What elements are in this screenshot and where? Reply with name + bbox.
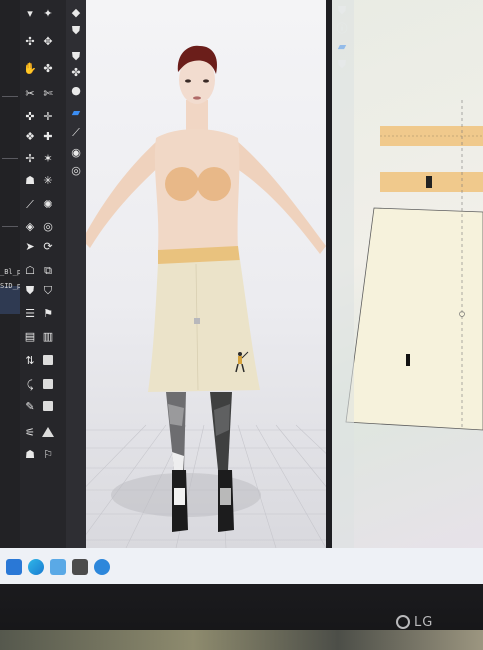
avatar-icon[interactable]: ☗ [22, 172, 38, 188]
zipper-icon[interactable]: ◈ [22, 218, 38, 234]
pattern-icon[interactable]: ▤ [22, 328, 38, 344]
puckering-icon[interactable]: ✺ [40, 196, 56, 212]
monitor: _Bl_p SID_p ▾ ✦ ✣ ✥ ✋ ✤ ✂ ✄ ✜ ✛ ❖ ✚ ✢ ✶ … [0, 0, 483, 648]
pen-icon[interactable]: ✎ [22, 398, 38, 414]
trim-icon[interactable]: ⚑ [40, 305, 56, 321]
unfold-icon[interactable]: ⇅ [22, 352, 38, 368]
calculator-icon[interactable] [72, 559, 88, 575]
square-icon[interactable] [40, 376, 56, 392]
flag-icon[interactable]: ⚐ [40, 446, 56, 462]
drape-icon[interactable]: ☗ [22, 446, 38, 462]
file-item[interactable]: SID_p [0, 282, 21, 290]
grade-icon[interactable]: ▥ [40, 328, 56, 344]
triangle-icon[interactable] [40, 424, 56, 440]
fabric-icon[interactable]: ☰ [22, 305, 38, 321]
garment-icon[interactable]: ✤ [40, 60, 56, 76]
cloth-icon[interactable]: ✚ [40, 128, 56, 144]
image-viewer-icon[interactable] [50, 559, 66, 575]
fit-icon[interactable]: ⛉ [40, 282, 56, 298]
monitor-logo: LG [396, 612, 446, 632]
arrow-icon[interactable]: ➤ [22, 238, 38, 254]
shirt-icon[interactable]: ⛊ [68, 22, 84, 38]
brand-name: LG [414, 614, 434, 630]
panel-divider [2, 96, 18, 97]
select-icon[interactable]: ✛ [40, 108, 56, 124]
mirror-icon[interactable]: ⧉ [40, 262, 56, 278]
topstitch-icon[interactable]: ☖ [22, 262, 38, 278]
hanger-icon[interactable]: ✤ [68, 64, 84, 80]
windows-start-icon[interactable] [6, 559, 22, 575]
object-browser-panel: _Bl_p SID_p [0, 0, 21, 548]
tack-icon[interactable]: ✢ [22, 150, 38, 166]
curve-icon[interactable]: ⤹ [22, 376, 38, 392]
rotate-icon[interactable]: ⟳ [40, 238, 56, 254]
taskbar [0, 548, 483, 584]
avatar-icon[interactable]: ● [68, 82, 84, 98]
move-icon[interactable]: ✣ [22, 33, 38, 49]
3d-scene [86, 45, 326, 548]
walk-icon[interactable]: ✦ [40, 5, 56, 21]
square-icon[interactable] [40, 352, 56, 368]
3d-viewport[interactable] [86, 0, 326, 548]
app-icon[interactable] [94, 559, 110, 575]
shirt-icon[interactable]: ⛊ [68, 48, 84, 64]
file-item[interactable]: _Bl_p [0, 268, 21, 276]
pattern-canvas [345, 100, 483, 431]
measure-icon[interactable]: ✳ [40, 172, 56, 188]
strengthen-icon[interactable]: ✶ [40, 150, 56, 166]
panel-divider [2, 158, 18, 159]
lamp-icon[interactable]: ◉ [68, 144, 84, 160]
edge-icon[interactable] [28, 559, 44, 575]
seam-icon[interactable]: ⚟ [22, 424, 38, 440]
selected-row [0, 286, 20, 314]
brush-icon[interactable]: ⟋ [68, 124, 84, 140]
hand-icon[interactable]: ✋ [22, 60, 38, 76]
panel-divider [2, 226, 18, 227]
screen: _Bl_p SID_p ▾ ✦ ✣ ✥ ✋ ✤ ✂ ✄ ✜ ✛ ❖ ✚ ✢ ✶ … [0, 0, 483, 548]
sew-icon[interactable]: ✄ [40, 85, 56, 101]
desk-background [0, 630, 483, 650]
shirt-icon[interactable]: ⛊ [22, 282, 38, 298]
square-icon[interactable] [40, 398, 56, 414]
layer-icon[interactable]: ❖ [22, 128, 38, 144]
marker-icon[interactable]: ▰ [68, 104, 84, 120]
pin-icon[interactable]: ✥ [40, 33, 56, 49]
2d-pattern-window[interactable]: ⛊ ⓘ ▰ ⛊ [332, 0, 483, 548]
cube-icon[interactable]: ◆ [68, 4, 84, 20]
fold-icon[interactable]: ✂ [22, 85, 38, 101]
render-icon[interactable]: ◎ [68, 162, 84, 178]
lg-logo-icon [396, 615, 410, 629]
pattern-toolbar [332, 0, 354, 548]
transform-icon[interactable]: ✜ [22, 108, 38, 124]
arrow-down-icon[interactable]: ▾ [22, 5, 38, 21]
button-icon[interactable]: ◎ [40, 218, 56, 234]
viewport-toolbar: ◆ ⛊ ⛊ ✤ ● ▰ ⟋ ◉ ◎ [66, 0, 87, 548]
needle-icon[interactable]: ⟋ [22, 196, 38, 212]
